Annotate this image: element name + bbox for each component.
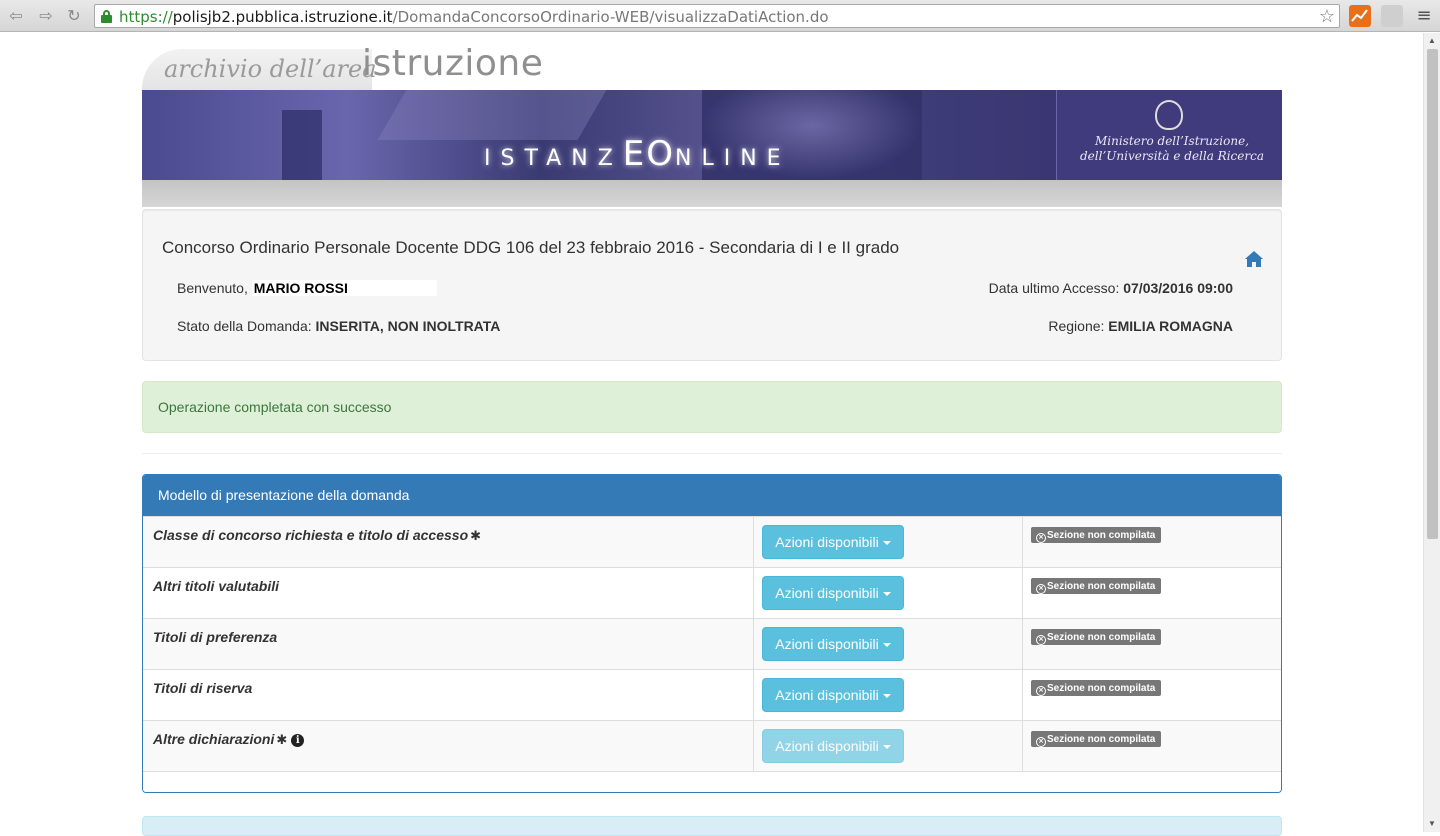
remove-circle-icon: ×: [1036, 686, 1046, 696]
extension-puzzle-icon[interactable]: [1381, 5, 1403, 27]
required-asterisk-icon: ✱: [276, 733, 288, 748]
required-asterisk-icon: ✱: [470, 529, 482, 544]
reload-icon[interactable]: ↻: [64, 6, 84, 26]
caret-down-icon: [882, 745, 891, 750]
application-info-panel: Concorso Ordinario Personale Docente DDG…: [142, 209, 1282, 361]
banner-footer-bar: [142, 180, 1282, 207]
column-divider: [1022, 619, 1023, 670]
column-divider: [753, 721, 754, 772]
vertical-scrollbar[interactable]: ▲ ▼: [1423, 33, 1440, 832]
remove-circle-icon: ×: [1036, 533, 1046, 543]
column-divider: [1022, 517, 1023, 568]
status-line: Stato della Domanda: INSERITA, NON INOLT…: [177, 318, 501, 334]
column-divider: [753, 670, 754, 721]
sections-panel: Modello di presentazione della domanda C…: [142, 474, 1282, 793]
column-divider: [1022, 721, 1023, 772]
site-header: archivio dell’area istruzione: [142, 33, 1282, 90]
scroll-up-arrow-icon[interactable]: ▲: [1424, 33, 1440, 49]
scroll-thumb[interactable]: [1427, 49, 1438, 539]
caret-down-icon: [882, 592, 891, 597]
section-row: Titoli di preferenza Azioni disponibili × S…: [143, 618, 1281, 670]
bookmark-star-icon[interactable]: ☆: [1319, 6, 1335, 27]
remove-circle-icon: ×: [1036, 737, 1046, 747]
status-badge: × Sezione non compilata: [1031, 731, 1162, 747]
section-row: Classe di concorso richiesta e titolo di…: [143, 516, 1281, 568]
section-row: Altre dichiarazioni ✱ i Azioni disponibili ×…: [143, 720, 1281, 772]
extension-chart-icon[interactable]: [1349, 5, 1371, 27]
remove-circle-icon: ×: [1036, 584, 1046, 594]
status-badge: × Sezione non compilata: [1031, 527, 1162, 543]
istanze-online-logo: ISTANZEONLINE: [484, 134, 791, 174]
menu-icon[interactable]: ≡: [1414, 6, 1434, 26]
archivio-label: archivio dell’area: [164, 55, 377, 83]
info-icon[interactable]: i: [291, 734, 305, 747]
column-divider: [1022, 568, 1023, 619]
caret-down-icon: [882, 541, 891, 546]
user-name: MARIO ROSSI: [251, 280, 437, 296]
section-row: Altri titoli valutabili Azioni disponibil…: [143, 567, 1281, 619]
caret-down-icon: [882, 643, 891, 648]
actions-dropdown-button[interactable]: Azioni disponibili: [762, 627, 904, 661]
panel-heading: Modello di presentazione della domanda: [143, 475, 1281, 516]
section-title: Titoli di riserva: [153, 680, 253, 696]
istruzione-logo-text: istruzione: [362, 43, 544, 84]
actions-dropdown-button[interactable]: Azioni disponibili: [762, 576, 904, 610]
actions-dropdown-button[interactable]: Azioni disponibili: [762, 525, 904, 559]
istanze-online-banner: ISTANZEONLINE Ministero dell’Istruzione,…: [142, 90, 1282, 180]
remove-circle-icon: ×: [1036, 635, 1046, 645]
column-divider: [753, 517, 754, 568]
last-access-line: Data ultimo Accesso: 07/03/2016 09:00: [988, 280, 1233, 296]
scroll-down-arrow-icon[interactable]: ▼: [1424, 816, 1440, 832]
column-divider: [753, 568, 754, 619]
welcome-line: Benvenuto, MARIO ROSSI: [177, 280, 437, 296]
url-text: https://polisjb2.pubblica.istruzione.it/…: [119, 8, 829, 26]
divider: [142, 453, 1282, 454]
status-badge: × Sezione non compilata: [1031, 680, 1162, 696]
success-alert: Operazione completata con successo: [142, 381, 1282, 433]
section-title: Titoli di preferenza: [153, 629, 278, 645]
address-bar[interactable]: https://polisjb2.pubblica.istruzione.it/…: [94, 4, 1340, 28]
back-arrow-icon[interactable]: ⇦: [6, 6, 26, 26]
column-divider: [1022, 670, 1023, 721]
browser-toolbar: ⇦ ⇨ ↻ https://polisjb2.pubblica.istruzio…: [0, 0, 1440, 32]
status-value: INSERITA, NON INOLTRATA: [315, 318, 501, 334]
lock-icon: [101, 10, 112, 23]
actions-dropdown-button[interactable]: Azioni disponibili: [762, 678, 904, 712]
forward-arrow-icon[interactable]: ⇨: [36, 6, 56, 26]
section-title: Classe di concorso richiesta e titolo di…: [153, 527, 482, 544]
status-badge: × Sezione non compilata: [1031, 578, 1162, 594]
column-divider: [753, 619, 754, 670]
ministero-line2: dell’Università e della Ricerca: [1079, 149, 1264, 163]
last-access-value: 07/03/2016 09:00: [1123, 280, 1233, 296]
next-panel: [142, 816, 1282, 836]
section-row: Titoli di riserva Azioni disponibili × Sezi…: [143, 669, 1281, 721]
home-icon[interactable]: [1244, 250, 1264, 268]
page-container: archivio dell’area istruzione ISTANZEONL…: [142, 33, 1282, 793]
region-value: EMILIA ROMAGNA: [1108, 318, 1233, 334]
caret-down-icon: [882, 694, 891, 699]
region-line: Regione: EMILIA ROMAGNA: [1048, 318, 1233, 334]
status-badge: × Sezione non compilata: [1031, 629, 1162, 645]
page-title: Concorso Ordinario Personale Docente DDG…: [162, 238, 900, 257]
republic-emblem-icon: [1155, 100, 1183, 130]
ministero-logo: Ministero dell’Istruzione, dell’Universi…: [1056, 90, 1282, 180]
section-title: Altri titoli valutabili: [153, 578, 280, 594]
ministero-line1: Ministero dell’Istruzione,: [1094, 134, 1250, 148]
panel-footer: [143, 771, 1281, 792]
actions-dropdown-button[interactable]: Azioni disponibili: [762, 729, 904, 763]
section-title: Altre dichiarazioni ✱ i: [153, 731, 305, 748]
